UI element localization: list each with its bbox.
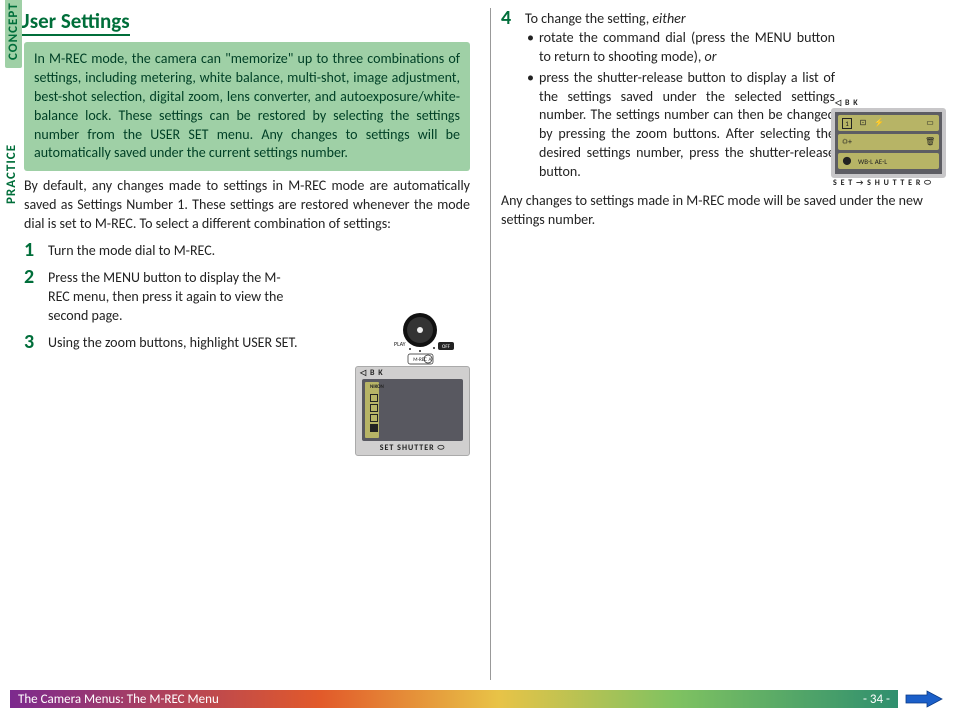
bullet-item: press the shutter-release button to disp… bbox=[525, 69, 835, 182]
svg-text:PLAY: PLAY bbox=[394, 340, 406, 348]
step-number: 1 bbox=[24, 240, 40, 261]
concept-tab: CONCEPT bbox=[5, 0, 22, 68]
lcd-brand: NIKON bbox=[370, 384, 384, 390]
step-text: Turn the mode dial to M-REC. bbox=[48, 240, 470, 261]
camera-lcd-settings-icon: ◁ B K 1 ⊡ ⚡ ▭ ☼+ 🗑 ⬤ WB-L AE-L S E T → S… bbox=[831, 98, 946, 198]
step-text: Press the MENU button to display the M-R… bbox=[48, 267, 298, 326]
next-page-arrow-icon[interactable] bbox=[904, 690, 944, 708]
lcd-footer: S E T → S H U T T E R ⬭ bbox=[831, 178, 946, 188]
practice-intro: By default, any changes made to settings… bbox=[24, 177, 470, 234]
page-footer: The Camera Menus: The M-REC Menu - 34 - bbox=[10, 688, 944, 710]
step-number: 3 bbox=[24, 332, 40, 353]
footer-section: The Camera Menus: The M-REC Menu bbox=[18, 692, 219, 707]
bullet-item: rotate the command dial (press the MENU … bbox=[525, 29, 835, 67]
lcd-footer: SET SHUTTER ⬭ bbox=[356, 441, 469, 453]
page-number: - 34 - bbox=[863, 692, 890, 707]
lcd-header: ◁ B K bbox=[831, 98, 946, 108]
camera-lcd-menu-icon: ◁ B K NIKON SET SHUTTER ⬭ bbox=[355, 366, 470, 456]
lcd-header: ◁ B K bbox=[356, 367, 469, 379]
step-number: 4 bbox=[501, 8, 517, 184]
step-text: Using the zoom buttons, highlight USER S… bbox=[48, 332, 298, 353]
practice-tab: PRACTICE bbox=[4, 140, 19, 208]
step-number: 2 bbox=[24, 267, 40, 326]
page-title: User Settings bbox=[16, 8, 130, 36]
svg-text:OFF: OFF bbox=[442, 344, 451, 350]
svg-text:A: A bbox=[429, 357, 432, 363]
concept-box: In M-REC mode, the camera can "memorize"… bbox=[24, 42, 470, 171]
mode-dial-icon: OFF PLAY M-REC A bbox=[380, 308, 460, 368]
